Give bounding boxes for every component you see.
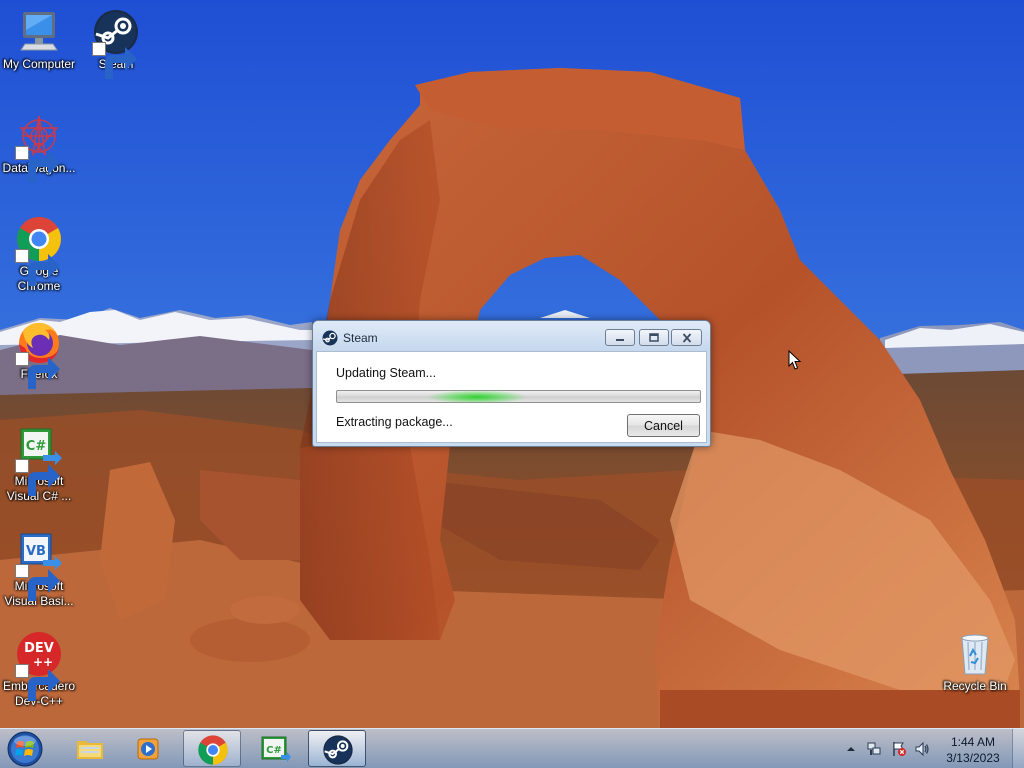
- shortcut-arrow-icon: [15, 249, 60, 286]
- minimize-icon: [616, 339, 624, 341]
- shortcut-arrow-icon: [15, 664, 60, 701]
- progress-marquee: [337, 391, 700, 402]
- desktop-icon-visual-basic[interactable]: VB Microsoft Visual Basi...: [0, 530, 79, 609]
- cancel-button[interactable]: Cancel: [627, 414, 700, 437]
- update-progress-bar: [336, 390, 701, 403]
- visual-csharp-icon: C#: [261, 736, 291, 762]
- svg-text:C#: C#: [266, 745, 282, 756]
- update-status-text: Updating Steam...: [336, 366, 437, 380]
- dialog-title: Steam: [343, 331, 378, 345]
- desktop-icon-google-chrome[interactable]: Google Chrome: [0, 215, 79, 294]
- extract-status-text: Extracting package...: [336, 415, 453, 429]
- desktop-icon-visual-csharp[interactable]: C# Microsoft Visual C# ...: [0, 425, 79, 504]
- minimize-button[interactable]: [605, 329, 635, 346]
- action-center-icon[interactable]: [891, 741, 907, 757]
- taskbar-explorer-button[interactable]: [61, 730, 119, 767]
- close-button[interactable]: [671, 329, 702, 346]
- mouse-cursor-icon: [788, 350, 802, 370]
- steam-icon: [323, 735, 353, 765]
- svg-text:C#: C#: [26, 439, 47, 454]
- network-icon[interactable]: [866, 741, 882, 757]
- desktop-icon-firefox[interactable]: Firefox: [0, 318, 79, 389]
- volume-icon[interactable]: [914, 741, 930, 757]
- desktop-icon-label: Recycle Bin: [943, 679, 1007, 693]
- shortcut-arrow-icon: [15, 564, 60, 601]
- taskbar: C# 1:44 AM 3/13/2023: [0, 728, 1024, 768]
- desktop-icon-steam[interactable]: Steam: [76, 8, 156, 79]
- chrome-icon: [198, 735, 228, 765]
- desktop-icon-datawagon[interactable]: DataWagon...: [0, 112, 79, 183]
- shortcut-arrow-icon: [15, 459, 60, 496]
- shortcut-arrow-icon: [92, 42, 137, 79]
- desktop-icon-label: My Computer: [2, 57, 76, 71]
- steam-update-dialog[interactable]: Steam Updating Steam... Extracting packa…: [312, 320, 711, 447]
- show-hidden-icons-icon[interactable]: [843, 741, 859, 757]
- dialog-titlebar[interactable]: Steam: [313, 321, 710, 351]
- show-desktop-button[interactable]: [1012, 729, 1024, 768]
- taskbar-visual-csharp-button[interactable]: C#: [246, 730, 304, 767]
- desktop-icon-my-computer[interactable]: My Computer: [0, 8, 79, 72]
- clock-date: 3/13/2023: [946, 751, 1000, 765]
- desktop: My Computer Steam DataWagon... Google Ch…: [0, 0, 1024, 768]
- shortcut-arrow-icon: [15, 352, 60, 389]
- maximize-button[interactable]: [639, 329, 669, 346]
- shortcut-arrow-icon: [15, 146, 60, 183]
- clock-time: 1:44 AM: [950, 735, 996, 749]
- taskbar-steam-button[interactable]: [308, 730, 366, 767]
- taskbar-clock[interactable]: 1:44 AM 3/13/2023: [936, 734, 1010, 766]
- steam-icon: [322, 330, 338, 346]
- close-icon: [682, 333, 691, 343]
- folder-icon: [77, 741, 103, 759]
- recycle-bin-icon: [961, 634, 989, 675]
- taskbar-media-player-button[interactable]: [120, 730, 178, 767]
- taskbar-chrome-button[interactable]: [183, 730, 241, 767]
- dialog-body: Updating Steam... Extracting package... …: [316, 351, 707, 443]
- maximize-icon: [649, 333, 659, 342]
- start-orb-icon[interactable]: [6, 730, 44, 768]
- computer-icon: [20, 12, 58, 51]
- media-player-icon: [137, 738, 159, 760]
- desktop-icon-recycle-bin[interactable]: Recycle Bin: [935, 630, 1015, 694]
- svg-text:VB: VB: [26, 544, 46, 559]
- desktop-icon-dev-cpp[interactable]: DEV ++ Embarcadero Dev-C++: [0, 630, 79, 709]
- svg-text:DEV: DEV: [24, 641, 54, 656]
